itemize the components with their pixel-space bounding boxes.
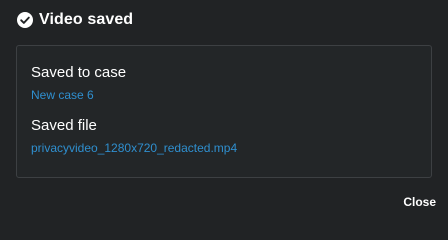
case-link[interactable]: New case 6 — [31, 88, 94, 102]
close-button[interactable]: Close — [403, 195, 436, 209]
dialog-header: Video saved — [17, 10, 133, 30]
dialog-title: Video saved — [39, 11, 134, 28]
file-link[interactable]: privacyvideo_1280x720_redacted.mp4 — [31, 141, 237, 155]
saved-to-case-label: Saved to case — [31, 64, 127, 81]
video-saved-dialog: Video saved Saved to case New case 6 Sav… — [0, 0, 448, 217]
saved-details-panel: Saved to case New case 6 Saved file priv… — [16, 45, 432, 178]
check-circle-icon — [17, 12, 33, 28]
saved-file-label: Saved file — [31, 117, 97, 134]
